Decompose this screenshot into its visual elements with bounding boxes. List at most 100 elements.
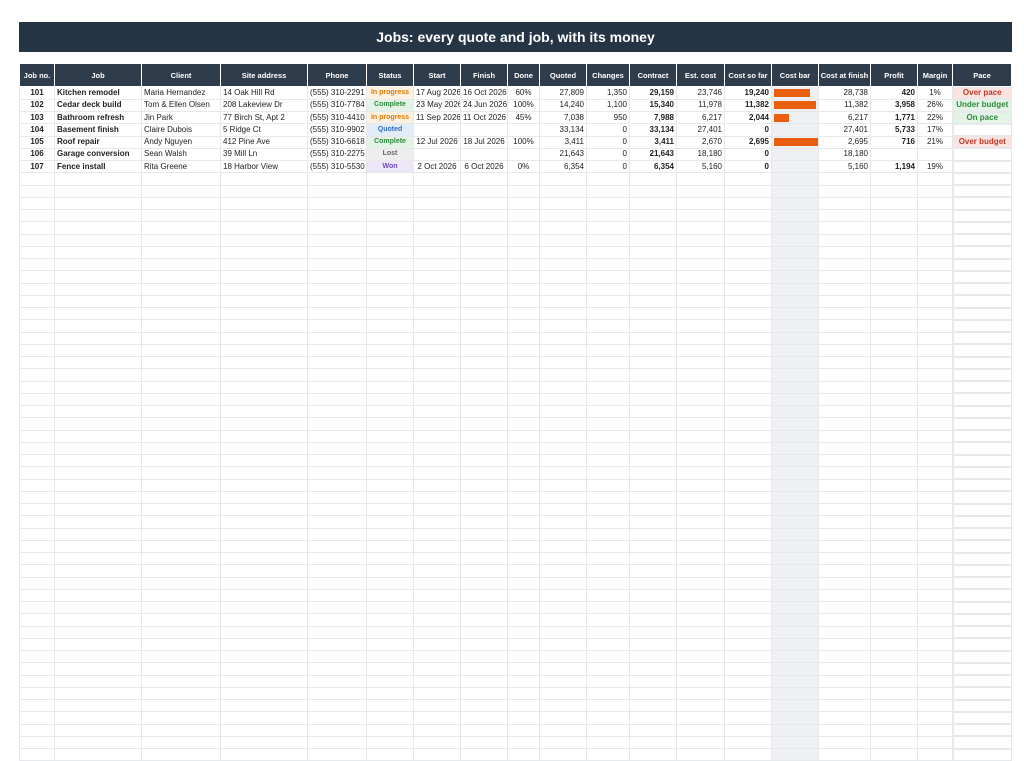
cell-quoted[interactable] <box>539 417 587 431</box>
cell-cost-bar[interactable] <box>771 306 819 321</box>
cell-site-address[interactable] <box>220 417 308 431</box>
cell-phone[interactable] <box>307 380 367 394</box>
cell-contract[interactable]: 6,354 <box>629 159 677 174</box>
cell-site-address[interactable] <box>220 466 308 480</box>
cell-contract[interactable] <box>629 392 677 407</box>
cell-cost-at-finish[interactable] <box>818 184 871 198</box>
cell-site-address[interactable] <box>220 686 308 701</box>
cell-contract[interactable] <box>629 686 677 701</box>
cell-quoted[interactable] <box>539 466 587 480</box>
cell-changes[interactable] <box>586 233 630 247</box>
cell-job-no[interactable]: 102 <box>19 98 55 113</box>
cell-finish[interactable] <box>460 233 508 247</box>
cell-margin[interactable] <box>917 184 953 198</box>
cell-margin[interactable] <box>917 478 953 492</box>
cell-phone[interactable] <box>307 404 367 419</box>
cell-finish[interactable] <box>460 686 508 701</box>
cell-changes[interactable] <box>586 208 630 223</box>
cell-finish[interactable] <box>460 417 508 431</box>
cell-cost-bar[interactable] <box>771 502 819 517</box>
empty-row[interactable] <box>19 747 1012 761</box>
cell-job[interactable]: Bathroom refresh <box>54 110 142 125</box>
cell-cost-so-far[interactable] <box>724 600 772 615</box>
cell-finish[interactable] <box>460 613 508 627</box>
cell-phone[interactable] <box>307 319 367 333</box>
cell-cost-bar[interactable] <box>771 723 819 737</box>
cell-contract[interactable] <box>629 613 677 627</box>
cell-status[interactable]: In progress <box>366 86 414 100</box>
cell-job[interactable]: Garage conversion <box>54 147 142 162</box>
cell-client[interactable] <box>141 686 221 701</box>
cell-cost-so-far[interactable] <box>724 502 772 517</box>
cell-phone[interactable]: (555) 310-6618 <box>307 135 367 149</box>
cell-pace[interactable] <box>953 393 1012 406</box>
cell-pace[interactable] <box>953 662 1012 675</box>
cell-cost-at-finish[interactable] <box>818 208 871 223</box>
cell-margin[interactable] <box>917 588 953 603</box>
cell-done[interactable] <box>507 478 540 492</box>
cell-cost-at-finish[interactable] <box>818 404 871 419</box>
cell-site-address[interactable] <box>220 723 308 737</box>
cell-client[interactable] <box>141 368 221 382</box>
empty-row[interactable] <box>19 172 1012 186</box>
cell-changes[interactable] <box>586 172 630 186</box>
cell-quoted[interactable] <box>539 527 587 541</box>
cell-phone[interactable] <box>307 515 367 529</box>
cell-profit[interactable] <box>870 196 918 211</box>
cell-cost-bar[interactable] <box>771 221 819 235</box>
cell-phone[interactable] <box>307 539 367 554</box>
cell-status[interactable]: In progress <box>366 110 414 125</box>
cell-site-address[interactable] <box>220 453 308 468</box>
cell-contract[interactable] <box>629 245 677 260</box>
cell-done[interactable] <box>507 490 540 505</box>
cell-job-no[interactable] <box>19 576 55 590</box>
cell-finish[interactable] <box>460 453 508 468</box>
cell-cost-at-finish[interactable] <box>818 674 871 688</box>
cell-client[interactable] <box>141 735 221 750</box>
cell-pace[interactable] <box>953 368 1012 381</box>
cell-cost-bar[interactable] <box>771 674 819 688</box>
cell-client[interactable] <box>141 564 221 578</box>
cell-job-no[interactable]: 106 <box>19 147 55 162</box>
cell-margin[interactable]: 26% <box>917 98 953 113</box>
cell-job[interactable] <box>54 625 142 639</box>
cell-margin[interactable] <box>917 441 953 456</box>
cell-done[interactable] <box>507 368 540 382</box>
cell-client[interactable] <box>141 637 221 652</box>
cell-site-address[interactable] <box>220 172 308 186</box>
cell-margin[interactable] <box>917 527 953 541</box>
cell-profit[interactable]: 420 <box>870 86 918 100</box>
cell-cost-so-far[interactable]: 0 <box>724 123 772 137</box>
cell-finish[interactable] <box>460 404 508 419</box>
cell-phone[interactable] <box>307 637 367 652</box>
column-header-finish[interactable]: Finish <box>460 63 508 87</box>
cell-site-address[interactable] <box>220 747 308 761</box>
cell-cost-at-finish[interactable] <box>818 233 871 247</box>
cell-pace[interactable] <box>953 515 1012 528</box>
cell-job-no[interactable] <box>19 355 55 370</box>
cell-start[interactable] <box>413 196 461 211</box>
empty-row[interactable] <box>19 723 1012 737</box>
cell-finish[interactable] <box>460 588 508 603</box>
cell-est-cost[interactable]: 27,401 <box>676 123 725 137</box>
cell-changes[interactable] <box>586 674 630 688</box>
cell-site-address[interactable] <box>220 527 308 541</box>
empty-row[interactable] <box>19 588 1012 603</box>
cell-site-address[interactable] <box>220 649 308 664</box>
cell-client[interactable] <box>141 196 221 211</box>
cell-done[interactable] <box>507 221 540 235</box>
cell-cost-so-far[interactable] <box>724 282 772 296</box>
cell-job-no[interactable] <box>19 662 55 676</box>
cell-finish[interactable] <box>460 343 508 358</box>
cell-phone[interactable] <box>307 723 367 737</box>
cell-start[interactable] <box>413 343 461 358</box>
cell-quoted[interactable] <box>539 404 587 419</box>
cell-est-cost[interactable] <box>676 625 725 639</box>
cell-margin[interactable] <box>917 564 953 578</box>
cell-quoted[interactable]: 21,643 <box>539 147 587 162</box>
cell-profit[interactable] <box>870 674 918 688</box>
cell-changes[interactable] <box>586 723 630 737</box>
cell-phone[interactable] <box>307 441 367 456</box>
cell-phone[interactable]: (555) 310-4410 <box>307 110 367 125</box>
cell-job[interactable] <box>54 711 142 725</box>
